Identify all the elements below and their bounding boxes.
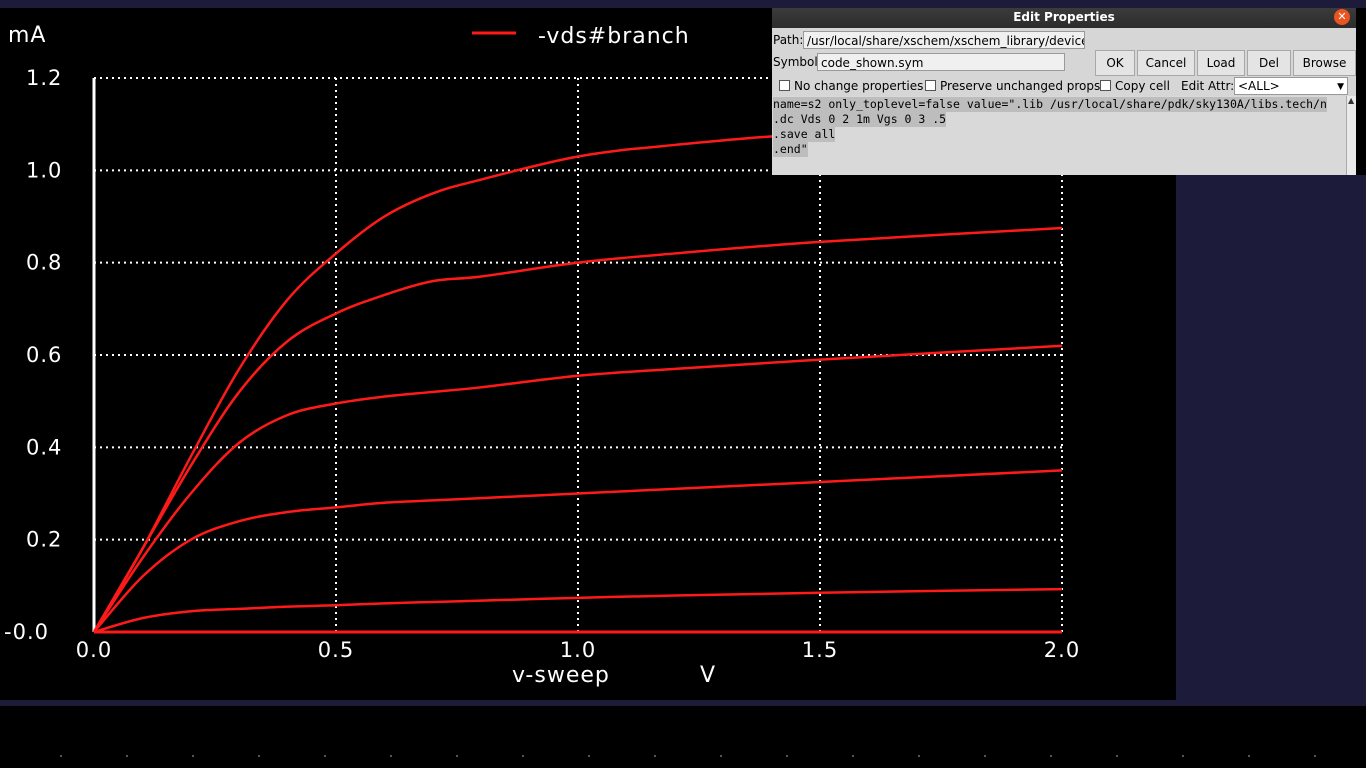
dialog-title: Edit Properties [1013,10,1115,24]
schematic-grid-dot [918,755,920,757]
schematic-canvas[interactable] [0,706,1366,768]
x-tick-label: 1.5 [802,638,838,662]
load-button[interactable]: Load [1197,50,1245,76]
schematic-canvas-panel[interactable] [1176,175,1366,705]
edit-attr-value: <ALL> [1238,79,1280,93]
path-field[interactable]: /usr/local/share/xschem/xschem_library/d… [803,31,1085,49]
x-tick-label: 1.0 [560,638,596,662]
edit-attr-select[interactable]: <ALL> ▼ [1234,77,1348,95]
text-line: .dc Vds 0 2 1m Vgs 0 3 .5 [773,112,947,127]
legend-label: -vds#branch [538,24,690,49]
checkbox-label: Preserve unchanged props [940,79,1101,93]
x-tick-label: 0.0 [76,638,112,662]
schematic-grid-dot [654,755,656,757]
text-line: .save all [773,127,836,142]
path-label: Path: [773,33,804,47]
dialog-titlebar[interactable]: Edit Properties ✕ [772,8,1356,28]
schematic-grid-dot [1248,755,1250,757]
y-tick-label: 0.2 [26,528,62,552]
schematic-grid-dot [1182,755,1184,757]
schematic-grid-dot [1116,755,1118,757]
ok-button[interactable]: OK [1095,50,1135,76]
schematic-grid-dot [1314,755,1316,757]
y-tick-label: 1.2 [26,66,62,90]
cancel-button[interactable]: Cancel [1137,50,1195,76]
schematic-grid-dot [786,755,788,757]
schematic-grid-dot [984,755,986,757]
checkbox-box[interactable] [779,80,790,91]
text-line: name=s2 only_toplevel=false value=".lib … [773,97,1327,112]
x-tick-label: 2.0 [1044,638,1080,662]
symbol-label: Symbol [773,55,818,69]
y-tick-label: -0.0 [4,620,49,644]
y-tick-label: 1.0 [26,158,62,182]
schematic-grid-dot [60,755,62,757]
browse-button[interactable]: Browse [1293,50,1356,76]
checkbox-box[interactable] [1100,80,1111,91]
schematic-grid-dot [1050,755,1052,757]
edit-attr-label: Edit Attr: [1181,79,1235,93]
schematic-grid-dot [720,755,722,757]
properties-text-area[interactable]: name=s2 only_toplevel=false value=".lib … [772,96,1346,175]
schematic-grid-dot [390,755,392,757]
close-icon[interactable]: ✕ [1334,9,1350,25]
checkbox-label: Copy cell [1115,79,1170,93]
y-unit-label: mA [8,23,46,48]
chevron-down-icon: ▼ [1337,82,1344,92]
del-button[interactable]: Del [1247,50,1291,76]
schematic-grid-dot [126,755,128,757]
symbol-field[interactable]: code_shown.sym [817,53,1065,71]
schematic-grid-dot [588,755,590,757]
preserve-unchanged-checkbox[interactable]: Preserve unchanged props [925,79,1100,93]
x-axis-label: v-sweep [512,663,610,688]
schematic-grid-dot [258,755,260,757]
text-scrollbar[interactable]: ▲ [1346,96,1356,175]
edit-properties-dialog[interactable]: Edit Properties ✕ Path: /usr/local/share… [772,8,1356,175]
y-tick-label: 0.6 [26,343,62,367]
schematic-grid-dot [324,755,326,757]
copy-cell-checkbox[interactable]: Copy cell [1100,79,1170,93]
schematic-grid-dot [192,755,194,757]
checkbox-label: No change properties [794,79,924,93]
scroll-up-icon[interactable]: ▲ [1348,96,1354,105]
text-line: .end" [773,142,808,157]
x-tick-label: 0.5 [318,638,354,662]
schematic-grid-dot [456,755,458,757]
checkbox-box[interactable] [925,80,936,91]
y-tick-label: 0.8 [26,251,62,275]
x-unit-label: V [700,663,716,688]
y-tick-label: 0.4 [26,435,62,459]
schematic-grid-dot [522,755,524,757]
no-change-properties-checkbox[interactable]: No change properties [779,79,923,93]
schematic-grid-dot [852,755,854,757]
